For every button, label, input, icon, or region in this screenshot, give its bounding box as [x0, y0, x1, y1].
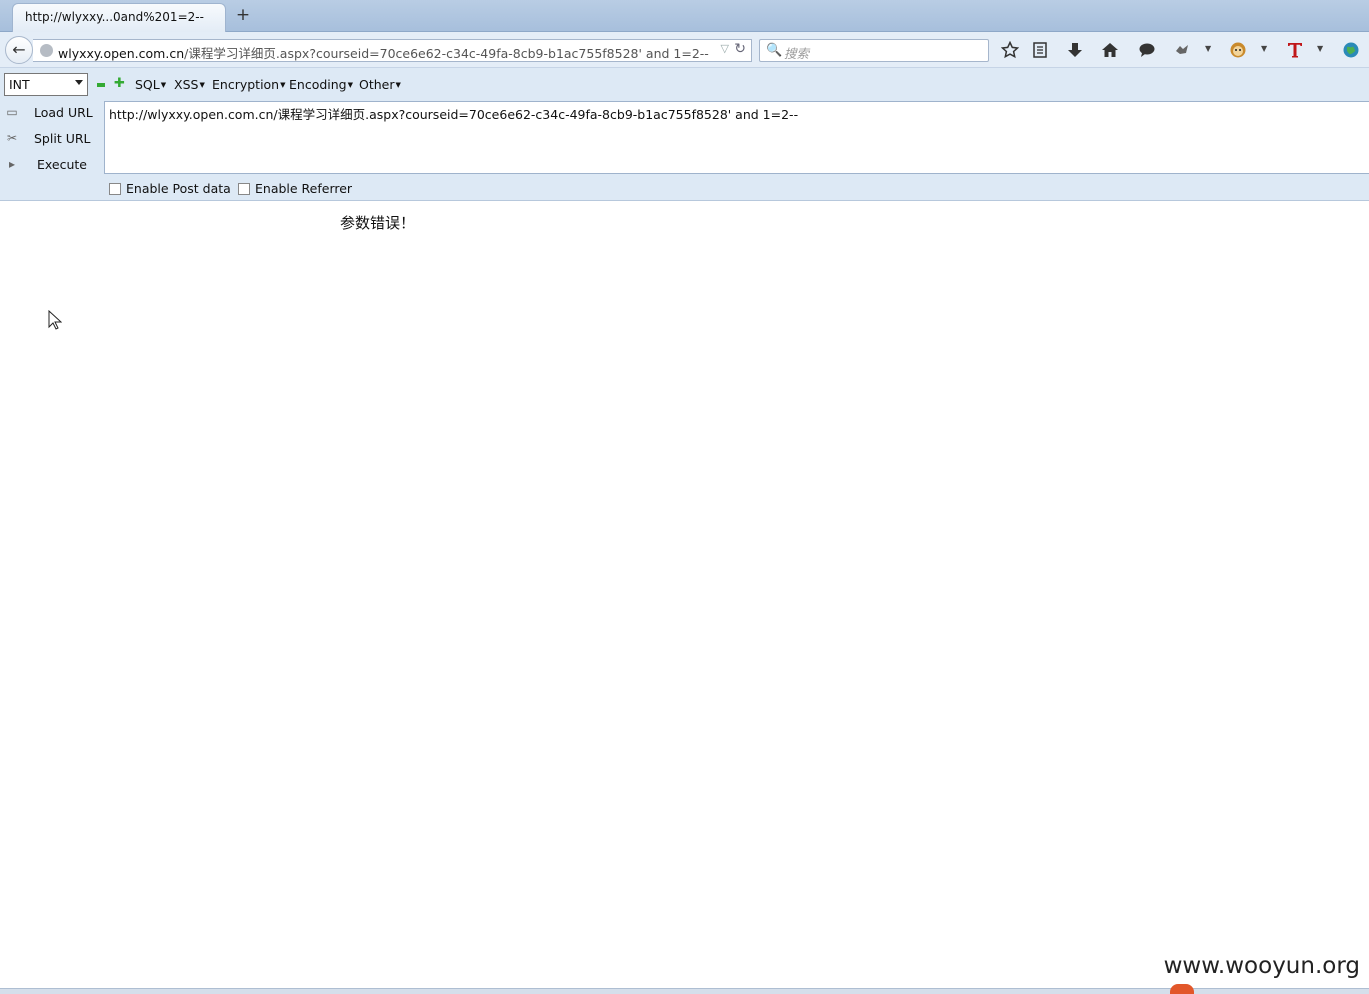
search-bar[interactable]: 🔍 搜索 — [759, 39, 989, 62]
site-identity-icon[interactable] — [40, 44, 53, 57]
menu-sql-label: SQL — [135, 77, 160, 92]
search-icon: 🔍 — [766, 43, 783, 58]
load-url-label: Load URL — [34, 105, 93, 120]
referrer-label: Enable Referrer — [255, 181, 353, 196]
error-message: 参数错误！ — [340, 214, 416, 232]
tab-strip: http://wlyxxy...0and%201=2-- + — [0, 0, 1369, 32]
split-url-button[interactable]: ✂ Split URL — [0, 127, 100, 151]
decrease-icon[interactable] — [97, 83, 105, 87]
hackbar-url-textarea[interactable]: http://wlyxxy.open.com.cn/课程学习详细页.aspx?c… — [104, 101, 1369, 174]
watermark: www.wooyun.org — [1163, 953, 1360, 979]
menu-encryption-arrow-icon: ▼ — [280, 81, 286, 89]
search-placeholder: 搜索 — [784, 46, 810, 61]
reload-icon[interactable]: ↻ — [734, 41, 746, 57]
new-tab-button[interactable]: + — [234, 6, 252, 24]
referrer-checkbox-box[interactable] — [238, 183, 250, 195]
monkey-dropdown-icon[interactable]: ▼ — [1261, 44, 1267, 53]
hackbar-toolbar: INT ✚ SQL▼ XSS▼ Encryption▼ Encoding▼ Ot… — [0, 68, 1369, 101]
url-path: /课程学习详细页.aspx?courseid=70ce6e62-c34c-49f… — [184, 46, 709, 61]
load-url-button[interactable]: ▭ Load URL — [0, 101, 100, 125]
text-icon[interactable] — [1285, 41, 1305, 61]
tab-title: http://wlyxxy...0and%201=2-- — [25, 10, 204, 24]
enable-referrer-checkbox[interactable]: Enable Referrer — [238, 181, 352, 196]
menu-xss-label: XSS — [174, 77, 199, 92]
select-arrow-icon — [75, 80, 83, 85]
monkey-icon[interactable] — [1228, 41, 1248, 61]
extension-dropdown-icon[interactable]: ▼ — [1205, 44, 1211, 53]
menu-xss[interactable]: XSS▼ — [174, 77, 205, 92]
url-text: wlyxxy.open.com.cn/课程学习详细页.aspx?courseid… — [58, 43, 709, 62]
split-url-label: Split URL — [34, 131, 91, 146]
extension-icon[interactable] — [1172, 41, 1192, 61]
menu-encryption[interactable]: Encryption▼ — [212, 77, 286, 92]
menu-sql[interactable]: SQL▼ — [135, 77, 166, 92]
menu-other-label: Other — [359, 77, 395, 92]
address-bar[interactable]: wlyxxy.open.com.cn/课程学习详细页.aspx?courseid… — [33, 39, 752, 62]
mouse-cursor-icon — [48, 309, 63, 334]
encoding-type-select[interactable]: INT — [4, 73, 88, 96]
enable-post-data-checkbox[interactable]: Enable Post data — [109, 181, 231, 196]
post-data-label: Enable Post data — [126, 181, 231, 196]
hackbar-panel: ▭ Load URL ✂ Split URL ▸ Execute http://… — [0, 101, 1369, 201]
menu-encryption-label: Encryption — [212, 77, 280, 92]
history-dropdown-icon[interactable]: ▽ — [721, 42, 729, 55]
reading-list-icon[interactable] — [1030, 41, 1050, 61]
star-icon[interactable] — [1000, 40, 1020, 61]
execute-button[interactable]: ▸ Execute — [0, 153, 100, 177]
page-content: 参数错误！ www.wooyun.org — [0, 202, 1369, 988]
menu-other-arrow-icon: ▼ — [395, 81, 401, 89]
chat-icon[interactable] — [1137, 41, 1157, 61]
back-button[interactable]: ← — [5, 36, 33, 64]
menu-encoding[interactable]: Encoding▼ — [289, 77, 353, 92]
globe-icon[interactable] — [1341, 41, 1361, 61]
increase-icon[interactable]: ✚ — [114, 77, 125, 91]
load-url-icon: ▭ — [6, 105, 18, 119]
menu-encoding-label: Encoding — [289, 77, 347, 92]
execute-icon: ▸ — [8, 157, 16, 171]
download-icon[interactable] — [1065, 41, 1085, 61]
menu-encoding-arrow-icon: ▼ — [347, 81, 353, 89]
menu-other[interactable]: Other▼ — [359, 77, 401, 92]
tab-active[interactable]: http://wlyxxy...0and%201=2-- — [12, 3, 226, 32]
html5-icon — [1170, 984, 1194, 994]
menu-xss-arrow-icon: ▼ — [199, 81, 205, 89]
text-dropdown-icon[interactable]: ▼ — [1317, 44, 1323, 53]
url-host: wlyxxy.open.com.cn — [58, 46, 185, 61]
navigation-bar: ← wlyxxy.open.com.cn/课程学习详细页.aspx?course… — [0, 32, 1369, 68]
post-data-checkbox-box[interactable] — [109, 183, 121, 195]
execute-label: Execute — [37, 157, 87, 172]
select-value: INT — [9, 77, 30, 92]
home-icon[interactable] — [1100, 41, 1120, 61]
status-bar — [0, 988, 1369, 994]
split-url-icon: ✂ — [6, 131, 18, 145]
menu-sql-arrow-icon: ▼ — [160, 81, 167, 89]
